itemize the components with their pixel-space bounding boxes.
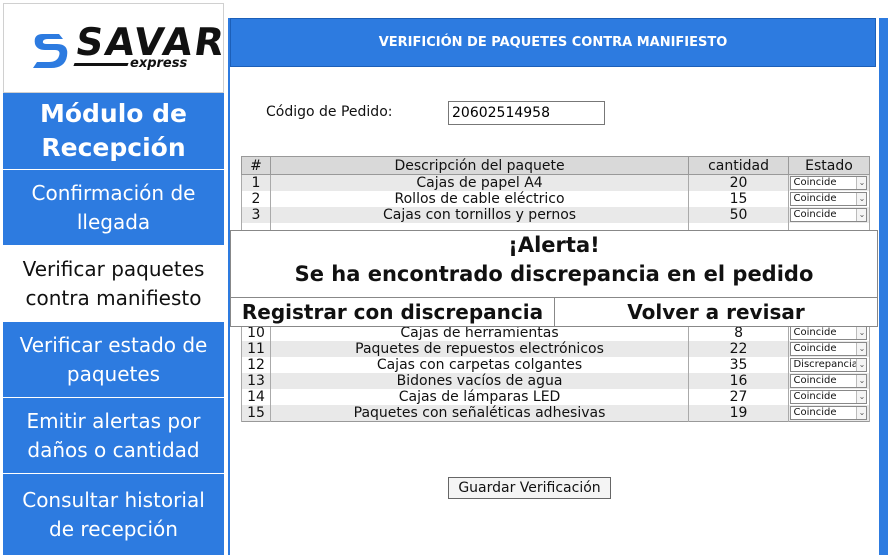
sidebar-item-label: Emitir alertas por daños o cantidad [26,408,201,462]
state-select[interactable]: Coincide ⌄ [790,390,868,404]
brand-tagline: express [130,56,188,71]
order-code-label: Código de Pedido: [266,104,393,120]
row-number: 15 [241,405,271,422]
table-row: 11 Paquetes de repuestos electrónicos 22… [241,341,871,357]
module-title: Módulo de Recepción [3,93,224,169]
state-select[interactable]: Coincide ⌄ [790,192,868,206]
brand-underline [73,63,129,66]
row-description: Paquetes con señaléticas adhesivas [269,405,690,422]
row-quantity: 20 [688,174,789,191]
sidebar-item-estado-paquetes[interactable]: Verificar estado de paquetes [3,322,224,397]
row-number: 14 [241,389,271,405]
row-description: Cajas de lámparas LED [269,389,690,405]
row-number: 13 [241,373,271,389]
content-border-right [879,18,888,555]
row-description: Bidones vacíos de agua [269,373,690,389]
table-row: 13 Bidones vacíos de agua 16 Coincide ⌄ [241,373,871,389]
table-row: 3 Cajas con tornillos y pernos 50 Coinci… [241,207,871,223]
row-description: Cajas de herramientas [269,325,690,341]
sidebar-item-emitir-alertas[interactable]: Emitir alertas por daños o cantidad [3,398,224,473]
chevron-down-icon: ⌄ [856,391,867,403]
row-number: 3 [241,207,271,223]
row-number: 10 [241,325,271,341]
row-number: 11 [241,341,271,357]
state-value: Coincide [793,327,837,338]
state-value: Coincide [793,177,837,188]
table-row: 2 Rollos de cable eléctrico 15 Coincide ⌄ [241,191,871,207]
savar-logo-icon [33,34,68,68]
sidebar-item-confirmacion[interactable]: Confirmación de llegada [3,170,224,245]
column-header: Estado [787,156,871,175]
sidebar: SAVAR express Módulo de Recepción Confir… [0,0,229,555]
alert-dialog: ¡Alerta! Se ha encontrado discrepancia e… [230,230,878,327]
sidebar-item-verificar-manifiesto[interactable]: Verificar paquetes contra manifiesto [3,246,224,321]
column-header: cantidad [688,156,789,175]
chevron-down-icon: ⌄ [856,359,867,371]
state-value: Coincide [793,375,837,386]
state-select[interactable]: Discrepancia ⌄ [790,358,868,372]
state-select[interactable]: Coincide ⌄ [790,374,868,388]
column-header: Descripción del paquete [269,156,690,175]
row-quantity: 35 [688,357,789,373]
row-quantity: 22 [688,341,789,357]
row-quantity: 50 [688,207,789,223]
chevron-down-icon: ⌄ [856,407,867,419]
row-description: Cajas con carpetas colgantes [269,357,690,373]
chevron-down-icon: ⌄ [856,177,867,189]
row-quantity: 19 [688,405,789,422]
table-row: 1 Cajas de papel A4 20 Coincide ⌄ [241,174,871,191]
row-description: Cajas de papel A4 [269,174,690,191]
table-row: 15 Paquetes con señaléticas adhesivas 19… [241,405,871,422]
state-value: Coincide [793,391,837,402]
review-again-button[interactable]: Volver a revisar [555,297,877,326]
state-select[interactable]: Coincide ⌄ [790,176,868,190]
sidebar-item-label: Verificar estado de paquetes [19,332,208,386]
page-title: VERIFICIÓN DE PAQUETES CONTRA MANIFIESTO [378,35,728,50]
chevron-down-icon: ⌄ [856,209,867,221]
state-value: Coincide [793,209,837,220]
column-header: # [241,156,271,175]
row-number: 1 [241,174,271,191]
order-code-input[interactable] [448,101,605,125]
table-row: 10 Cajas de herramientas 8 Coincide ⌄ [241,325,871,341]
sidebar-item-label: Verificar paquetes contra manifiesto [22,256,205,310]
chevron-down-icon: ⌄ [856,375,867,387]
table-row: 12 Cajas con carpetas colgantes 35 Discr… [241,357,871,373]
sidebar-item-label: Consultar historial de recepción [22,487,205,541]
chevron-down-icon: ⌄ [856,343,867,355]
state-value: Discrepancia [793,359,858,370]
save-verification-button[interactable]: Guardar Verificación [448,477,611,499]
module-title-label: Módulo de Recepción [39,99,188,162]
row-number: 12 [241,357,271,373]
sidebar-item-label: Confirmación de llegada [31,180,196,234]
state-value: Coincide [793,193,837,204]
row-number: 2 [241,191,271,207]
sidebar-item-historial[interactable]: Consultar historial de recepción [3,474,224,555]
state-value: Coincide [793,407,837,418]
row-description: Rollos de cable eléctrico [269,191,690,207]
state-select[interactable]: Coincide ⌄ [790,326,868,340]
table-header-row: # Descripción del paquete cantidad Estad… [241,156,871,175]
row-description: Paquetes de repuestos electrónicos [269,341,690,357]
chevron-down-icon: ⌄ [856,193,867,205]
alert-title: ¡Alerta! [508,233,600,257]
state-value: Coincide [793,343,837,354]
state-select[interactable]: Coincide ⌄ [790,342,868,356]
state-select[interactable]: Coincide ⌄ [790,406,868,420]
row-quantity: 15 [688,191,789,207]
register-discrepancy-button[interactable]: Registrar con discrepancia [231,297,555,326]
chevron-down-icon: ⌄ [856,327,867,339]
row-description: Cajas con tornillos y pernos [269,207,690,223]
row-quantity: 27 [688,389,789,405]
row-quantity: 8 [688,325,789,341]
alert-message: Se ha encontrado discrepancia en el pedi… [294,262,814,286]
table-row: 14 Cajas de lámparas LED 27 Coincide ⌄ [241,389,871,405]
state-select[interactable]: Coincide ⌄ [790,208,868,222]
row-quantity: 16 [688,373,789,389]
page-header: VERIFICIÓN DE PAQUETES CONTRA MANIFIESTO [230,18,876,67]
brand-logo: SAVAR express [3,3,229,93]
